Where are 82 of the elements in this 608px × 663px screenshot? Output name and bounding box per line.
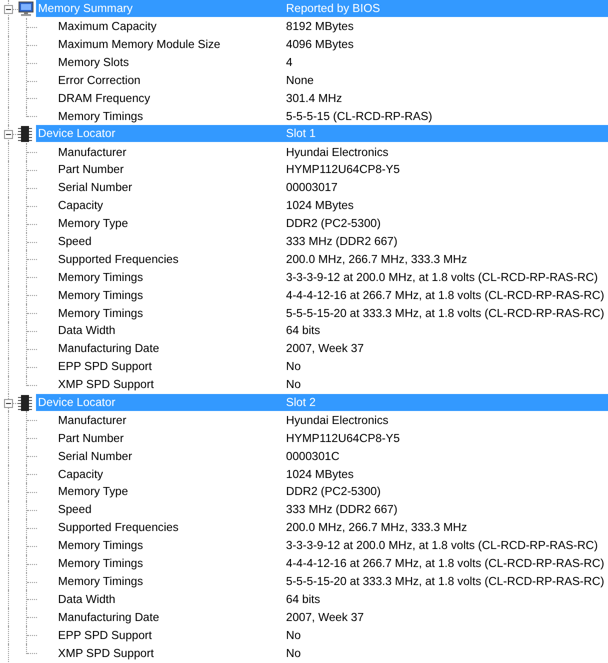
- property-value: 3-3-3-9-12 at 200.0 MHz, at 1.8 volts (CL-RCD-RP-RAS-RC): [286, 539, 598, 552]
- collapse-button[interactable]: [4, 398, 13, 408]
- property-value: 0000301C: [286, 450, 340, 463]
- property-value: 1024 MBytes: [286, 468, 354, 481]
- property-value: No: [286, 360, 301, 374]
- collapse-button[interactable]: [4, 5, 13, 14]
- section-title: Memory Summary: [37, 2, 134, 15]
- property-value: 200.0 MHz, 266.7 MHz, 333.3 MHz: [286, 252, 468, 266]
- property-name: Supported Frequencies: [58, 521, 180, 534]
- section-value: Slot 1: [286, 127, 316, 140]
- property-value: No: [286, 628, 301, 642]
- property-value: Hyundai Electronics: [286, 414, 388, 427]
- property-value: 4096 MBytes: [286, 38, 354, 52]
- property-value: 8192 MBytes: [286, 20, 354, 34]
- property-name: Memory Timings: [58, 270, 144, 284]
- property-name: Data Width: [58, 592, 116, 606]
- property-name: Memory Timings: [58, 306, 144, 320]
- property-name: Speed: [58, 235, 93, 248]
- property-name: Memory Timings: [58, 288, 144, 302]
- property-value: 4-4-4-12-16 at 266.7 MHz, at 1.8 volts (CL-RCD-RP-RAS-RC): [286, 288, 604, 302]
- section-title: Device Locator: [37, 396, 116, 409]
- section-title: Device Locator: [37, 127, 116, 140]
- property-value: 333 MHz (DDR2 667): [286, 503, 398, 516]
- property-value: DDR2 (PC2-5300): [286, 217, 381, 230]
- property-name: DRAM Frequency: [58, 92, 152, 105]
- property-name: Speed: [58, 503, 93, 516]
- section-header[interactable]: Memory Summary Reported by BIOS: [36, 0, 608, 17]
- property-value: 5-5-5-15-20 at 333.3 MHz, at 1.8 volts (CL-RCD-RP-RAS-RC): [286, 574, 604, 588]
- property-value: 2007, Week 37: [286, 342, 364, 356]
- chip-icon: [18, 126, 32, 142]
- property-value: 2007, Week 37: [286, 610, 364, 624]
- property-value: DDR2 (PC2-5300): [286, 485, 381, 498]
- property-name: Error Correction: [58, 74, 142, 87]
- property-value: 4-4-4-12-16 at 266.7 MHz, at 1.8 volts (CL-RCD-RP-RAS-RC): [286, 557, 604, 570]
- property-name: Capacity: [58, 199, 104, 212]
- property-name: Serial Number: [58, 450, 134, 463]
- collapse-button[interactable]: [4, 130, 13, 140]
- property-value: 1024 MBytes: [286, 199, 354, 212]
- property-name: XMP SPD Support: [58, 378, 155, 392]
- property-name: Memory Timings: [58, 110, 144, 123]
- section-value: Reported by BIOS: [286, 2, 380, 15]
- property-name: Part Number: [58, 163, 125, 176]
- property-name: Data Width: [58, 324, 116, 338]
- property-value: No: [286, 646, 301, 660]
- section-header[interactable]: Device Locator Slot 2: [36, 394, 608, 411]
- property-value: HYMP112U64CP8-Y5: [286, 432, 400, 445]
- property-value: HYMP112U64CP8-Y5: [286, 163, 400, 176]
- property-name: Manufacturer: [58, 414, 128, 427]
- property-name: Memory Timings: [58, 557, 144, 570]
- property-name: EPP SPD Support: [58, 360, 153, 374]
- property-name: Part Number: [58, 432, 125, 445]
- property-value: 301.4 MHz: [286, 92, 342, 105]
- property-value: 5-5-5-15 (CL-RCD-RP-RAS): [286, 110, 432, 123]
- property-name: Memory Type: [58, 217, 130, 230]
- property-name: Manufacturing Date: [58, 610, 160, 624]
- property-value: 5-5-5-15-20 at 333.3 MHz, at 1.8 volts (CL-RCD-RP-RAS-RC): [286, 306, 604, 320]
- property-name: Capacity: [58, 468, 104, 481]
- property-name: Serial Number: [58, 181, 134, 194]
- property-value: 00003017: [286, 181, 338, 194]
- property-name: Memory Timings: [58, 574, 144, 588]
- property-name: EPP SPD Support: [58, 628, 153, 642]
- property-name: Maximum Capacity: [58, 20, 158, 34]
- property-value: No: [286, 378, 301, 392]
- property-value: None: [286, 74, 314, 87]
- section-value: Slot 2: [286, 396, 316, 409]
- property-name: XMP SPD Support: [58, 646, 155, 660]
- property-value: 200.0 MHz, 266.7 MHz, 333.3 MHz: [286, 521, 468, 534]
- chip-icon: [18, 394, 32, 411]
- property-value: 3-3-3-9-12 at 200.0 MHz, at 1.8 volts (CL-RCD-RP-RAS-RC): [286, 270, 598, 284]
- property-name: Memory Slots: [58, 56, 130, 70]
- property-name: Supported Frequencies: [58, 252, 180, 266]
- property-name: Memory Timings: [58, 539, 144, 552]
- property-value: 4: [286, 56, 292, 70]
- section-header[interactable]: Device Locator Slot 1: [36, 125, 608, 142]
- property-value: 64 bits: [286, 324, 320, 338]
- property-name: Manufacturer: [58, 146, 128, 159]
- property-value: 64 bits: [286, 592, 320, 606]
- property-name: Manufacturing Date: [58, 342, 160, 356]
- property-value: 333 MHz (DDR2 667): [286, 235, 398, 248]
- property-value: Hyundai Electronics: [286, 146, 388, 159]
- property-name: Memory Type: [58, 485, 130, 498]
- property-name: Maximum Memory Module Size: [58, 38, 222, 52]
